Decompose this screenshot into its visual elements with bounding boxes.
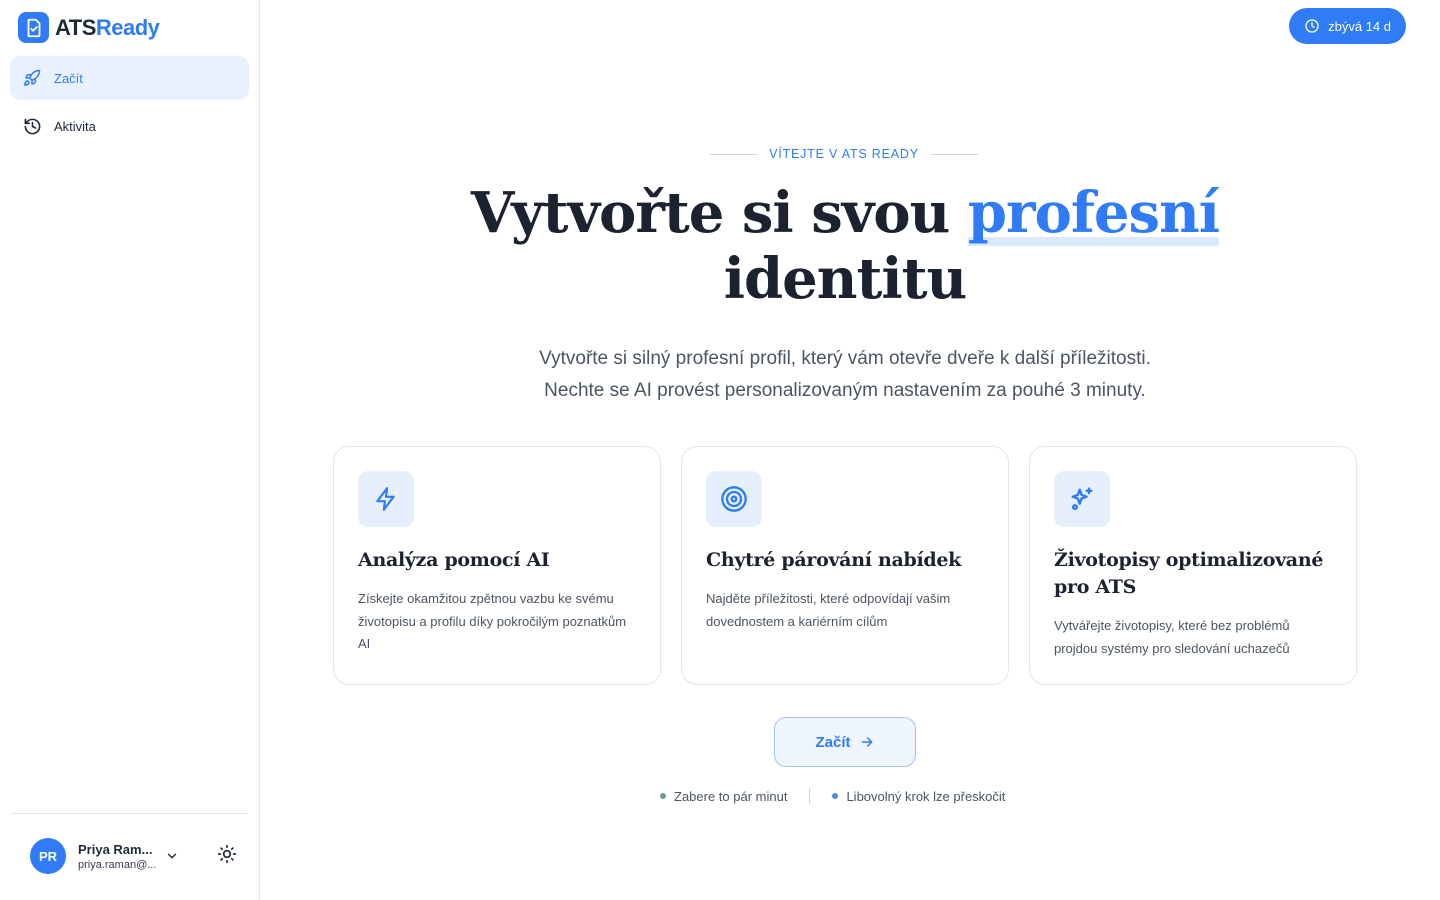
sidebar: ATSReady Začít Aktivita PR Priya Ram... [0, 0, 260, 900]
feature-description: Získejte okamžitou zpětnou vazbu ke svém… [358, 591, 627, 651]
lightning-icon [358, 471, 414, 527]
sidebar-item-label: Začít [54, 70, 83, 86]
rocket-icon [22, 68, 42, 88]
status-dot [832, 793, 839, 799]
sidebar-item-label: Aktivita [54, 118, 96, 134]
feature-card-job-matching: Chytré párování nabídek Najděte příležit… [681, 446, 1009, 685]
feature-card-ats-resumes: Životopisy optimalizované pro ATS Vytvář… [1029, 446, 1357, 685]
user-menu[interactable]: PR Priya Ram... priya.raman@... [30, 838, 158, 874]
divider [809, 788, 811, 804]
user-email: priya.raman@... [78, 858, 157, 871]
feature-title: Chytré párování nabídek [706, 549, 962, 571]
status-dot [660, 793, 666, 799]
feature-card-ai-analysis: Analýza pomocí AI Získejte okamžitou zpě… [333, 446, 661, 685]
sidebar-item-aktivita[interactable]: Aktivita [10, 104, 249, 148]
hint-item: Libovolný krok lze přeskočit [832, 789, 1005, 804]
welcome-eyebrow: VÍTEJTE V ATS READY [710, 147, 979, 161]
arrow-right-icon [859, 734, 875, 750]
setup-hints: Zabere to pár minut Libovolný krok lze p… [660, 788, 1005, 804]
sparkles-icon [1054, 471, 1110, 527]
chevron-down-icon[interactable] [164, 848, 180, 864]
target-icon [706, 471, 762, 527]
hint-item: Zabere to pár minut [660, 789, 787, 804]
divider [710, 153, 758, 155]
history-icon [22, 116, 42, 136]
sidebar-divider [10, 813, 248, 814]
brand-logo[interactable]: ATSReady [18, 12, 160, 43]
trial-label: zbývá 14 d [1328, 18, 1391, 34]
start-button[interactable]: Začít [774, 717, 916, 767]
brand-name: ATSReady [55, 14, 160, 40]
divider [930, 153, 979, 155]
avatar: PR [30, 838, 66, 874]
start-button-label: Začít [815, 733, 851, 751]
feature-description: Najděte příležitosti, které odpovídají v… [706, 591, 951, 629]
feature-description: Vytvářejte životopisy, které bez problém… [1054, 618, 1290, 656]
page-title: Vytvořte si svou profesní identitu [470, 180, 1220, 312]
document-check-icon [18, 12, 49, 43]
feature-title: Životopisy optimalizované pro ATS [1054, 549, 1324, 598]
page-subtitle: Vytvořte si silný profesní profil, který… [539, 348, 1151, 401]
user-name: Priya Ram... [78, 841, 153, 857]
clock-icon [1304, 18, 1320, 34]
feature-title: Analýza pomocí AI [358, 549, 550, 571]
headline-highlight: profesní [967, 180, 1220, 246]
sidebar-item-zacit[interactable]: Začít [10, 56, 249, 100]
theme-toggle-button[interactable] [216, 844, 238, 869]
sun-icon [217, 844, 237, 869]
trial-badge[interactable]: zbývá 14 d [1289, 8, 1406, 44]
